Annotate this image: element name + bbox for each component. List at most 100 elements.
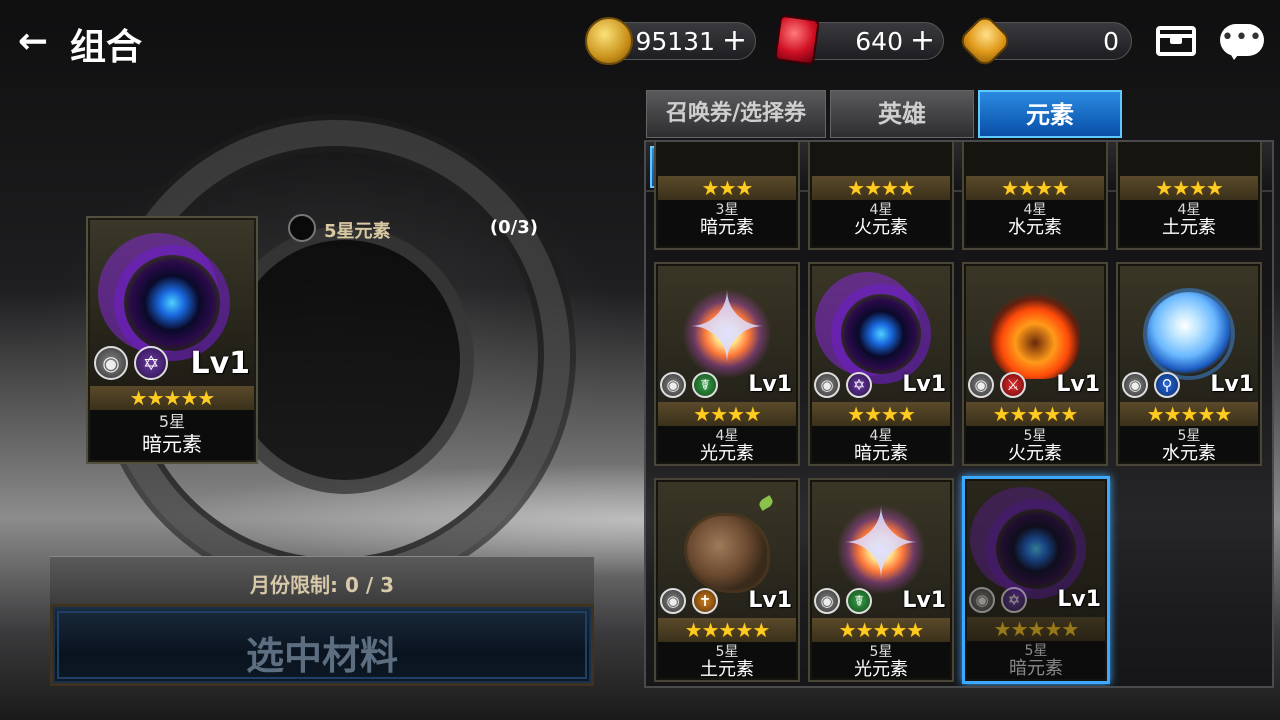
card-name: 光元素 <box>854 659 908 680</box>
star-rating: ★★★★★ <box>1120 402 1258 426</box>
element-card[interactable]: ◉ ✡ Lv1 ★★★★ 4星 暗元素 <box>808 262 954 466</box>
card-grade: 4星 <box>869 428 893 444</box>
star-rating: ★★★★★ <box>967 617 1105 641</box>
card-name: 火元素 <box>854 217 908 238</box>
material-slot-icon <box>288 214 316 242</box>
select-material-button[interactable]: 选中材料 <box>50 604 594 686</box>
ruby-gem-icon <box>773 14 821 66</box>
star-rating: ★★★★★ <box>90 386 254 410</box>
selected-element-card[interactable]: ◉ ✡ Lv1 ★★★★★ 5星 暗元素 <box>86 216 258 464</box>
tab-summon-tickets[interactable]: 召唤券/选择券 <box>646 90 826 138</box>
amber-crystal-icon <box>956 12 1014 70</box>
card-name: 暗元素 <box>854 443 908 464</box>
element-card[interactable]: ★★★★ 4星 水元素 <box>962 142 1108 250</box>
type-badge-icon: ◉ <box>969 587 995 613</box>
add-gold-button[interactable]: + <box>722 23 747 59</box>
element-badges: ◉ ✝ <box>660 588 719 616</box>
card-name: 光元素 <box>700 443 754 464</box>
card-info: 3星 暗元素 <box>658 200 796 246</box>
element-card[interactable]: ◉ ☤ Lv1 ★★★★★ 5星 光元素 <box>808 478 954 682</box>
card-info: 4星 水元素 <box>966 200 1104 246</box>
card-grade: 4星 <box>1177 202 1201 218</box>
card-level: Lv1 <box>190 346 250 381</box>
type-badge-icon: ◉ <box>94 346 128 380</box>
amber-currency: 0 <box>956 12 1132 70</box>
star-rating: ★★★★★ <box>812 618 950 642</box>
type-badge-icon: ◉ <box>660 372 686 398</box>
card-info: 5星 火元素 <box>966 426 1104 464</box>
card-grade: 5星 <box>1177 428 1201 444</box>
star-rating: ★★★★ <box>812 402 950 426</box>
star-rating: ★★★★★ <box>658 618 796 642</box>
card-name: 土元素 <box>1162 217 1216 238</box>
fire-element-art-icon <box>990 289 1080 379</box>
element-list-panel: 全部 ★★★ 3星 暗元素 ★★★★ 4星 火元素 ★★★★ 4星 水元素 ★★… <box>644 140 1274 688</box>
card-level: Lv1 <box>1210 372 1254 397</box>
card-name: 土元素 <box>700 659 754 680</box>
light-element-art-icon <box>836 489 926 599</box>
card-name: 火元素 <box>1008 443 1062 464</box>
dark-attribute-icon: ✡ <box>134 346 169 380</box>
card-level: Lv1 <box>902 588 946 613</box>
water-attribute-icon: ⚲ <box>1154 372 1181 398</box>
element-card[interactable]: ◉ ⚔ Lv1 ★★★★★ 5星 火元素 <box>962 262 1108 466</box>
ruby-currency: 640 + <box>773 14 944 66</box>
star-rating: ★★★★ <box>812 176 950 200</box>
tab-elements[interactable]: 元素 <box>978 90 1122 138</box>
element-badges: ◉ ✡ <box>969 587 1028 615</box>
card-grade: 5星 <box>869 644 893 660</box>
monthly-limit-text: 月份限制: 0 / 3 <box>249 573 395 597</box>
type-badge-icon: ◉ <box>814 372 840 398</box>
fire-attribute-icon: ⚔ <box>1000 372 1027 398</box>
gold-currency: 95131 + <box>585 17 756 65</box>
card-name: 水元素 <box>1162 443 1216 464</box>
dark-element-art-icon <box>841 294 921 374</box>
water-element-art-icon <box>1147 292 1231 376</box>
back-arrow-icon[interactable]: ← <box>18 22 58 62</box>
element-card[interactable]: ★★★★ 4星 火元素 <box>808 142 954 250</box>
gold-coin-icon <box>585 17 633 65</box>
amber-amount: 0 <box>1103 27 1119 56</box>
card-grade: 5星 <box>158 412 186 431</box>
star-rating: ★★★★ <box>1120 176 1258 200</box>
earth-element-art-icon <box>687 516 767 590</box>
select-material-label: 选中材料 <box>245 634 398 678</box>
card-level: Lv1 <box>1056 372 1100 397</box>
star-rating: ★★★★ <box>966 176 1104 200</box>
card-info: 4星 火元素 <box>812 200 950 246</box>
dark-element-art-icon <box>124 255 220 351</box>
material-slot-name: 5星元素 <box>324 221 391 242</box>
card-info: 5星 暗元素 <box>967 641 1105 679</box>
element-card[interactable]: ★★★ 3星 暗元素 <box>654 142 800 250</box>
gold-amount: 95131 <box>635 27 715 56</box>
card-grade: 4星 <box>1023 202 1047 218</box>
element-badges: ◉ ⚔ <box>968 372 1027 400</box>
card-grade: 5星 <box>1023 428 1047 444</box>
card-grade: 5星 <box>1024 643 1048 659</box>
star-rating: ★★★★★ <box>966 402 1104 426</box>
card-grade: 4星 <box>715 428 739 444</box>
card-grade: 4星 <box>869 202 893 218</box>
chest-icon[interactable] <box>1152 18 1198 64</box>
card-name: 暗元素 <box>1009 658 1063 679</box>
material-slot[interactable]: 5星元素 (0/3) <box>288 212 538 244</box>
card-info: 5星 光元素 <box>812 642 950 680</box>
card-level: Lv1 <box>902 372 946 397</box>
element-card-selected[interactable]: ◉ ✡ Lv1 ★★★★★ 5星 暗元素 <box>962 476 1110 684</box>
add-ruby-button[interactable]: + <box>910 23 935 59</box>
tab-heroes[interactable]: 英雄 <box>830 90 974 138</box>
element-card[interactable]: ◉ ✝ Lv1 ★★★★★ 5星 土元素 <box>654 478 800 682</box>
element-card[interactable]: ◉ ⚲ Lv1 ★★★★★ 5星 水元素 <box>1116 262 1262 466</box>
light-attribute-icon: ☤ <box>692 372 719 398</box>
element-card[interactable]: ◉ ☤ Lv1 ★★★★ 4星 光元素 <box>654 262 800 466</box>
card-name: 水元素 <box>1008 217 1062 238</box>
card-grade: 5星 <box>715 644 739 660</box>
element-badges: ◉ ☤ <box>660 372 719 400</box>
card-level: Lv1 <box>1057 587 1101 612</box>
chat-icon[interactable]: ••• <box>1218 18 1264 64</box>
card-name: 暗元素 <box>142 432 202 456</box>
dark-attribute-icon: ✡ <box>846 372 873 398</box>
card-grade: 3星 <box>715 202 739 218</box>
type-badge-icon: ◉ <box>1122 372 1148 398</box>
element-card[interactable]: ★★★★ 4星 土元素 <box>1116 142 1262 250</box>
